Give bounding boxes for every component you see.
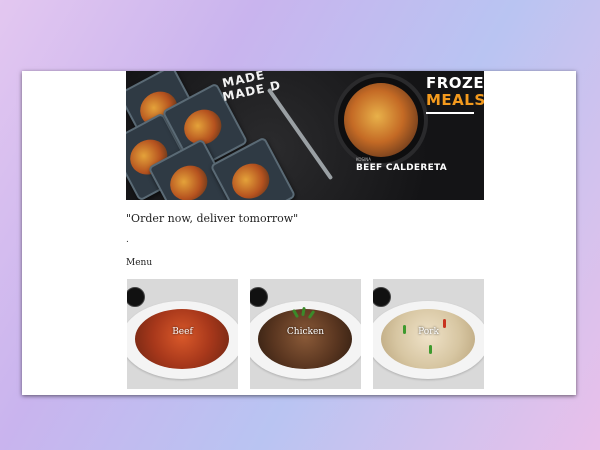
restaurant-logo-icon: [250, 287, 268, 307]
hero-banner: MADE MADE D KOSINA BEEF CALDERETA FROZEN…: [126, 71, 484, 200]
brand-logo: FROZEN MEALS: [426, 74, 484, 114]
beef-dish-image: [135, 309, 229, 369]
menu-card-label: Beef: [172, 327, 193, 337]
caldereta-pan-image: [334, 73, 428, 167]
brand-line2: MEALS: [426, 91, 484, 109]
brand-line1: FROZEN: [426, 74, 484, 92]
dish-name: BEEF CALDERETA: [356, 163, 448, 173]
chicken-dish-image: [258, 309, 352, 369]
brand-divider: [426, 112, 474, 114]
menu-heading: Menu: [126, 258, 153, 268]
dish-prefix: KOSINA: [356, 157, 371, 162]
menu-card-pork[interactable]: Pork: [373, 279, 484, 389]
tagline: "Order now, deliver tomorrow": [126, 212, 299, 225]
menu-card-chicken[interactable]: Chicken: [250, 279, 361, 389]
separator-text: .: [126, 235, 129, 245]
browser-window: MADE MADE D KOSINA BEEF CALDERETA FROZEN…: [22, 71, 576, 395]
restaurant-logo-icon: [373, 287, 391, 307]
restaurant-logo-icon: [127, 287, 145, 307]
menu-card-label: Chicken: [286, 327, 325, 337]
pork-dish-image: [381, 309, 475, 369]
menu-card-label: Pork: [418, 327, 439, 337]
menu-card-beef[interactable]: Beef: [127, 279, 238, 389]
chili-garnish: [429, 345, 432, 354]
